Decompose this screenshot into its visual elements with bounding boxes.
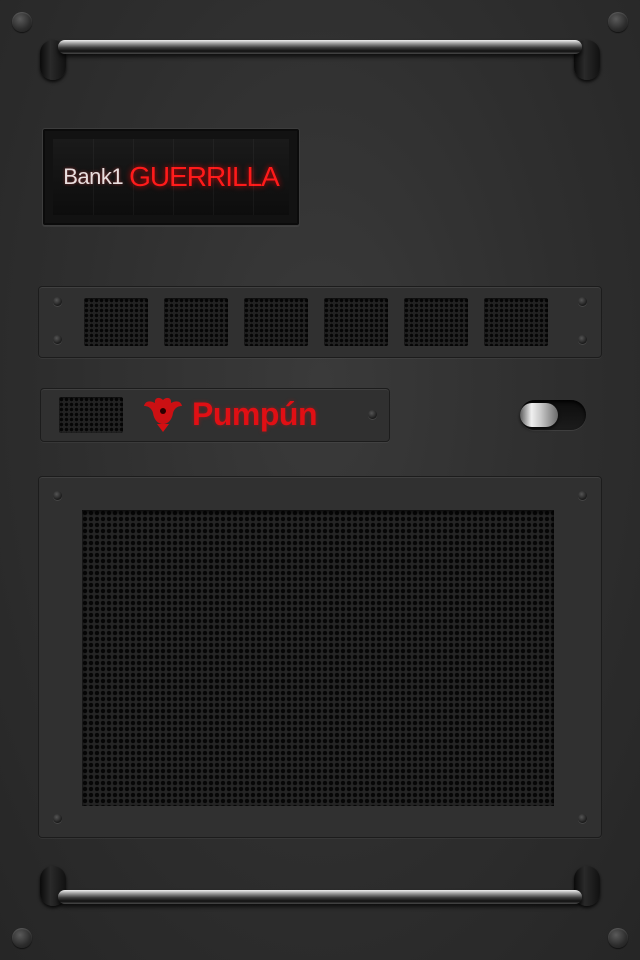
vent-plate xyxy=(38,286,602,358)
screw xyxy=(578,335,587,344)
power-toggle[interactable] xyxy=(520,400,586,430)
screw xyxy=(578,297,587,306)
vent-mesh xyxy=(324,298,388,346)
speaker-grille xyxy=(82,510,554,806)
top-rack-handle xyxy=(40,38,600,80)
bottom-rack-handle xyxy=(40,866,600,908)
preset-display[interactable]: Bank1 GUERRILLA xyxy=(42,128,300,226)
toggle-knob[interactable] xyxy=(520,403,558,427)
screw xyxy=(53,297,62,306)
corner-screw-top-right xyxy=(608,12,628,32)
handle-bar xyxy=(58,890,582,904)
screw xyxy=(53,335,62,344)
screw xyxy=(53,491,62,500)
brand-logo: Pumpún xyxy=(140,392,317,436)
corner-screw-bottom-left xyxy=(12,928,32,948)
corner-screw-top-left xyxy=(12,12,32,32)
screw xyxy=(578,491,587,500)
vent-mesh xyxy=(84,298,148,346)
vent-mesh xyxy=(244,298,308,346)
preset-name: GUERRILLA xyxy=(129,161,280,192)
corner-screw-bottom-right xyxy=(608,928,628,948)
screw xyxy=(53,814,62,823)
vent-mesh xyxy=(404,298,468,346)
brand-vent-mesh xyxy=(59,397,123,433)
screw xyxy=(578,814,587,823)
vent-mesh xyxy=(484,298,548,346)
display-screen: Bank1 GUERRILLA xyxy=(53,139,289,215)
brand-name: Pumpún xyxy=(192,395,317,432)
handle-bar xyxy=(58,40,582,54)
phoenix-icon xyxy=(144,397,182,432)
screw xyxy=(368,410,377,419)
vent-mesh xyxy=(164,298,228,346)
